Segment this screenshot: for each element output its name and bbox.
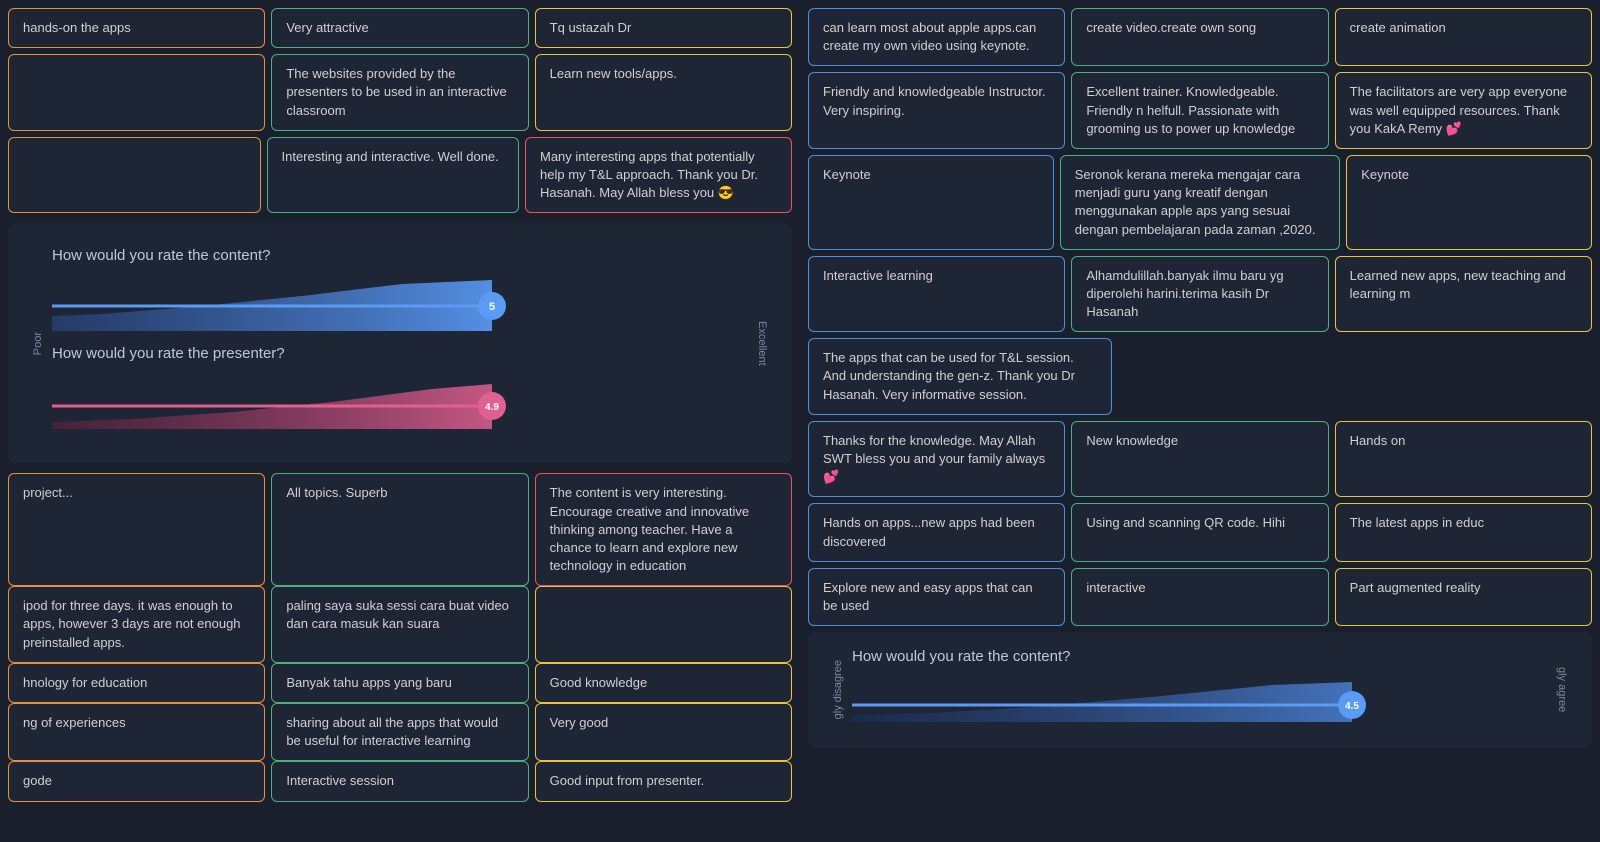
left-bottom-row-3: ng of experiencessharing about all the a… (8, 703, 792, 761)
list-item: New knowledge (1071, 421, 1328, 498)
content-rating-label: How would you rate the content? (52, 247, 748, 264)
list-item: Very good (535, 703, 792, 761)
presenter-rating-label: How would you rate the presenter? (52, 345, 748, 362)
spacer (1358, 338, 1592, 415)
main-container: hands-on the apps Very attractive Tq ust… (0, 0, 1600, 842)
right-row7: Hands on apps...new apps had been discov… (808, 503, 1592, 561)
list-item (8, 54, 265, 131)
right-row2: Friendly and knowledgeable Instructor. V… (808, 72, 1592, 149)
left-row3: Interesting and interactive. Well done. … (8, 137, 792, 214)
list-item: Hands on (1335, 421, 1592, 498)
right-row6: Thanks for the knowledge. May Allah SWT … (808, 421, 1592, 498)
left-top-row: hands-on the apps Very attractive Tq ust… (8, 8, 792, 48)
left-bottom-row-0: project...All topics. SuperbThe content … (8, 473, 792, 586)
right-row3: Keynote Seronok kerana mereka mengajar c… (808, 155, 1592, 250)
right-row8: Explore new and easy apps that can be us… (808, 568, 1592, 626)
list-item: The content is very interesting. Encoura… (535, 473, 792, 586)
list-item: The latest apps in educ (1335, 503, 1592, 561)
svg-text:4.9: 4.9 (485, 402, 499, 413)
list-item: interactive (1071, 568, 1328, 626)
list-item: Many interesting apps that potentially h… (525, 137, 792, 214)
list-item: Interactive learning (808, 256, 1065, 333)
presenter-chart-svg: 4.9 (52, 374, 748, 434)
list-item: The apps that can be used for T&L sessio… (808, 338, 1112, 415)
svg-text:5: 5 (489, 301, 495, 313)
list-item: Hands on apps...new apps had been discov… (808, 503, 1065, 561)
list-item: paling saya suka sessi cara buat video d… (271, 586, 528, 663)
list-item: can learn most about apple apps.can crea… (808, 8, 1065, 66)
left-bottom-row-1: ipod for three days. it was enough to ap… (8, 586, 792, 663)
chart-wrapper: Poor How would you rate the content? (32, 239, 768, 447)
list-item: Part augmented reality (1335, 568, 1592, 626)
bottom-rating-section: gly disagree How would you rate the cont… (808, 632, 1592, 748)
bottom-axis-left: gly disagree (832, 660, 844, 719)
chart-inner: How would you rate the content? (52, 247, 748, 439)
list-item: Excellent trainer. Knowledgeable. Friend… (1071, 72, 1328, 149)
right-row4: Interactive learning Alhamdulillah.banya… (808, 256, 1592, 333)
content-chart-svg: 5 (52, 276, 748, 336)
list-item: hands-on the apps (8, 8, 265, 48)
list-item: Keynote (808, 155, 1054, 250)
right-panel: can learn most about apple apps.can crea… (800, 0, 1600, 842)
left-panel: hands-on the apps Very attractive Tq ust… (0, 0, 800, 842)
list-item: Interactive session (271, 761, 528, 801)
list-item: ng of experiences (8, 703, 265, 761)
list-item: Tq ustazah Dr (535, 8, 792, 48)
list-item: All topics. Superb (271, 473, 528, 586)
list-item: sharing about all the apps that would be… (271, 703, 528, 761)
list-item: Explore new and easy apps that can be us… (808, 568, 1065, 626)
spacer (1118, 338, 1352, 415)
list-item: project... (8, 473, 265, 586)
axis-right-label: Excellent (756, 321, 768, 366)
list-item: create animation (1335, 8, 1592, 66)
list-item: Learn new tools/apps. (535, 54, 792, 131)
right-top-row: can learn most about apple apps.can crea… (808, 8, 1592, 66)
list-item: Alhamdulillah.banyak ilmu baru yg dipero… (1071, 256, 1328, 333)
list-item: The facilitators are very app everyone w… (1335, 72, 1592, 149)
list-item: ipod for three days. it was enough to ap… (8, 586, 265, 663)
svg-text:4.5: 4.5 (1345, 701, 1359, 712)
list-item: Very attractive (271, 8, 528, 48)
list-item: Good input from presenter. (535, 761, 792, 801)
list-item: Keynote (1346, 155, 1592, 250)
list-item: Good knowledge (535, 663, 792, 703)
left-bottom-row-2: hnology for educationBanyak tahu apps ya… (8, 663, 792, 703)
rating-section: Poor How would you rate the content? (8, 223, 792, 463)
list-item: Thanks for the knowledge. May Allah SWT … (808, 421, 1065, 498)
list-item: The websites provided by the presenters … (271, 54, 528, 131)
list-item: create video.create own song (1071, 8, 1328, 66)
bottom-axis-right: gly agree (1556, 667, 1568, 712)
list-item: Using and scanning QR code. Hihi (1071, 503, 1328, 561)
left-bottom-rows: project...All topics. SuperbThe content … (8, 473, 792, 801)
axis-left-label: Poor (32, 332, 44, 355)
list-item: Seronok kerana mereka mengajar cara menj… (1060, 155, 1340, 250)
list-item (8, 137, 261, 214)
list-item: Banyak tahu apps yang baru (271, 663, 528, 703)
list-item (535, 586, 792, 663)
list-item: gode (8, 761, 265, 801)
list-item: Learned new apps, new teaching and learn… (1335, 256, 1592, 333)
right-row5: The apps that can be used for T&L sessio… (808, 338, 1592, 415)
left-row2: The websites provided by the presenters … (8, 54, 792, 131)
list-item: Interesting and interactive. Well done. (267, 137, 520, 214)
bottom-content-label: How would you rate the content? (852, 648, 1548, 665)
list-item: Friendly and knowledgeable Instructor. V… (808, 72, 1065, 149)
left-bottom-row-4: godeInteractive sessionGood input from p… (8, 761, 792, 801)
bottom-chart-svg: 4.5 (852, 677, 1548, 727)
list-item: hnology for education (8, 663, 265, 703)
